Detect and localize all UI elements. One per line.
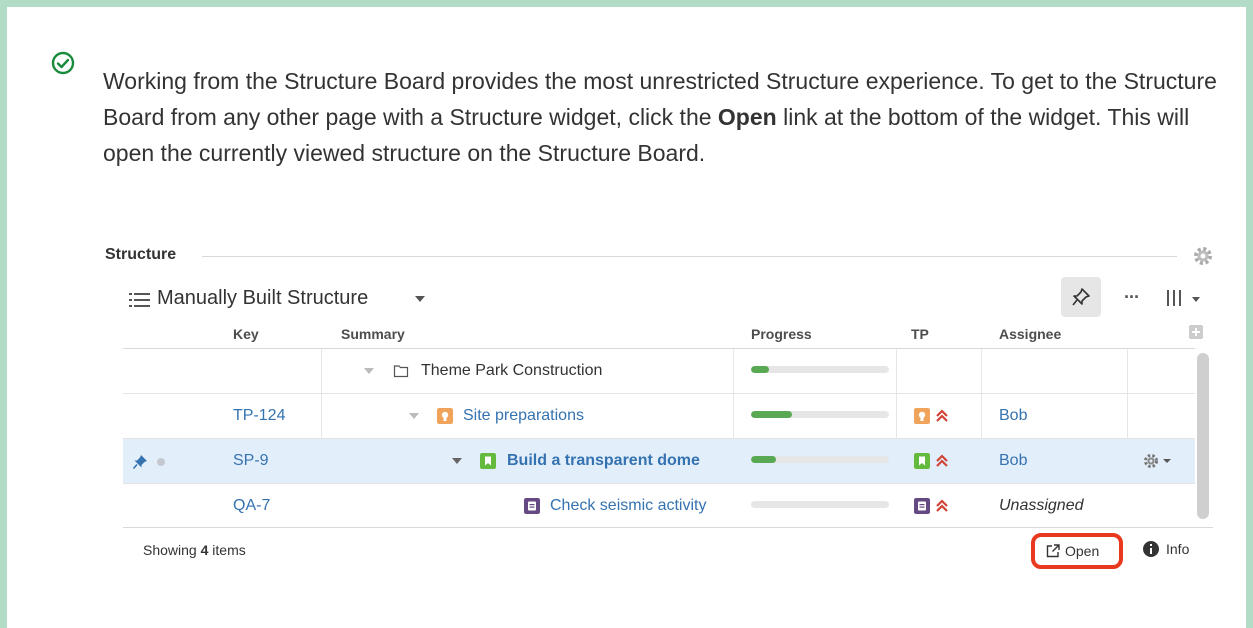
info-label: Info [1166, 541, 1190, 557]
item-count-suffix: items [208, 542, 246, 558]
table-header: Key Summary Progress TP Assignee [123, 323, 1213, 347]
table-row[interactable]: QA-7 Check seismic activity Unassigned [123, 484, 1195, 529]
divider [1127, 394, 1128, 438]
structure-selector[interactable]: Manually Built Structure [157, 287, 368, 310]
progress-bar [751, 501, 889, 508]
story-icon [480, 453, 496, 469]
columns-icon[interactable] [1163, 287, 1207, 309]
divider [1127, 349, 1128, 393]
item-count: Showing 4 items [143, 542, 246, 558]
scrollbar[interactable] [1197, 353, 1209, 519]
priority-highest-icon [936, 454, 948, 467]
divider [733, 349, 734, 393]
progress-fill [751, 456, 776, 463]
column-header-key[interactable]: Key [233, 326, 259, 342]
progress-fill [751, 411, 793, 418]
chevron-down-icon[interactable] [452, 458, 462, 464]
table-row[interactable]: TP-124 Site preparations Bob [123, 394, 1195, 439]
structure-table: Theme Park Construction TP-124 Site prep… [123, 348, 1195, 528]
divider [896, 349, 897, 393]
summary-link[interactable]: Build a transparent dome [507, 452, 729, 470]
assignee-link[interactable]: Bob [999, 407, 1027, 425]
row-actions-gear-icon[interactable] [1143, 453, 1179, 469]
intro-bold-open: Open [717, 104, 777, 130]
task-orange-icon [914, 408, 930, 424]
divider [321, 394, 322, 438]
check-circle-icon [51, 51, 75, 75]
summary-text: Theme Park Construction [421, 362, 603, 379]
item-count-prefix: Showing [143, 542, 201, 558]
assignee-link[interactable]: Bob [999, 452, 1027, 470]
progress-fill [751, 366, 769, 373]
progress-bar [751, 456, 889, 463]
open-link[interactable]: Open [1031, 533, 1123, 569]
chevron-down-icon[interactable] [409, 413, 419, 419]
more-options-button[interactable]: ··· [1124, 287, 1140, 308]
divider [733, 394, 734, 438]
intro-text: Working from the Structure Board provide… [103, 63, 1223, 171]
summary-link[interactable]: Site preparations [463, 407, 723, 425]
open-label: Open [1065, 543, 1100, 559]
table-row[interactable]: Theme Park Construction [123, 349, 1195, 394]
divider [896, 394, 897, 438]
gear-icon[interactable] [1191, 244, 1215, 268]
priority-highest-icon [936, 499, 948, 512]
pin-icon[interactable] [132, 454, 148, 470]
task-purple-icon [524, 498, 540, 514]
story-icon [914, 453, 930, 469]
summary-link[interactable]: Check seismic activity [550, 497, 730, 515]
column-header-summary[interactable]: Summary [341, 326, 405, 342]
chevron-down-icon[interactable] [364, 368, 374, 374]
info-icon [1143, 541, 1159, 557]
issue-key-link[interactable]: QA-7 [233, 497, 270, 515]
add-column-icon[interactable] [1189, 325, 1203, 339]
folder-icon [393, 365, 409, 378]
pin-button[interactable] [1061, 277, 1101, 317]
divider [321, 349, 322, 393]
info-link[interactable]: Info [1143, 540, 1203, 560]
issue-key-link[interactable]: TP-124 [233, 407, 285, 425]
pin-icon [1072, 288, 1090, 306]
issue-key-link[interactable]: SP-9 [233, 452, 269, 470]
divider [202, 256, 1177, 257]
column-header-assignee[interactable]: Assignee [999, 326, 1061, 342]
column-header-progress[interactable]: Progress [751, 326, 812, 342]
table-row[interactable]: SP-9 Build a transparent dome Bob [123, 439, 1195, 484]
task-orange-icon [437, 408, 453, 424]
column-header-tp[interactable]: TP [911, 326, 929, 342]
status-dot [157, 458, 165, 466]
progress-bar [751, 366, 889, 373]
assignee-text: Unassigned [999, 497, 1084, 514]
priority-highest-icon [936, 409, 948, 422]
widget-title: Structure [105, 246, 177, 263]
structure-list-icon [129, 293, 150, 307]
divider [123, 527, 1213, 528]
progress-bar [751, 411, 889, 418]
chevron-down-icon[interactable] [415, 296, 425, 302]
divider [981, 394, 982, 438]
divider [981, 349, 982, 393]
external-link-icon [1046, 544, 1060, 558]
info-panel: Working from the Structure Board provide… [0, 0, 1253, 628]
task-purple-icon [914, 498, 930, 514]
